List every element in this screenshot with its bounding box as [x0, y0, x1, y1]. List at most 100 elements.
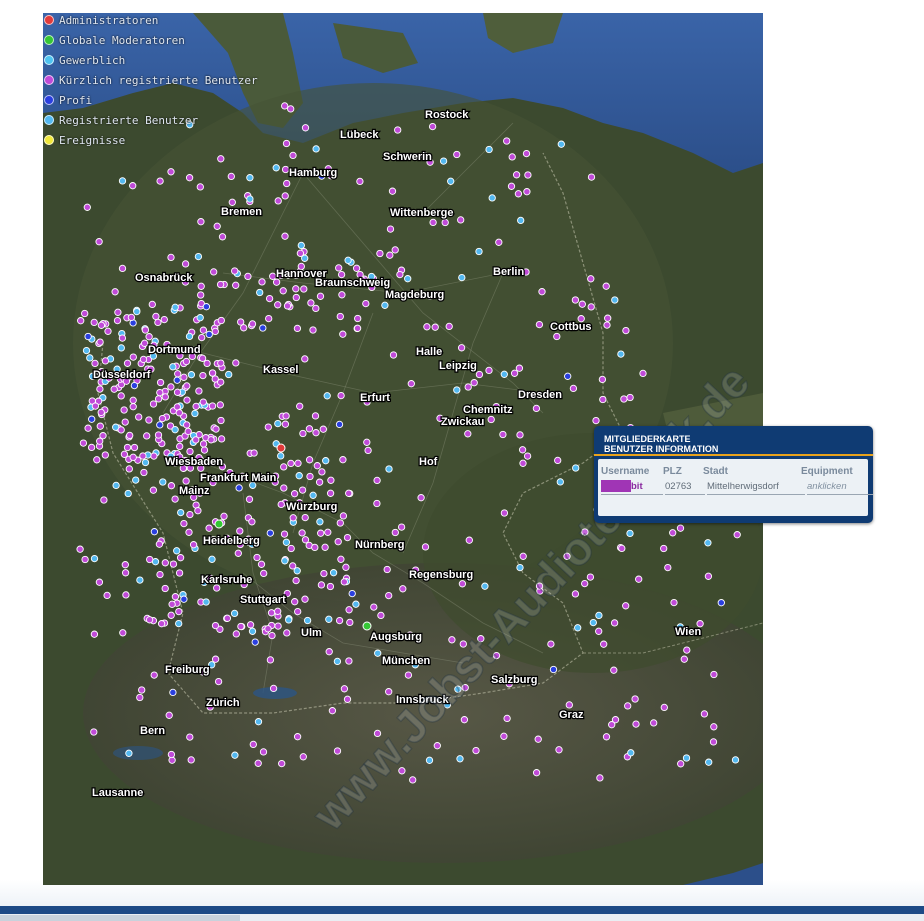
member-marker[interactable] — [289, 514, 297, 522]
member-marker[interactable] — [306, 472, 314, 481]
member-marker[interactable] — [336, 312, 344, 321]
member-marker[interactable] — [200, 446, 209, 454]
member-marker[interactable] — [364, 446, 372, 455]
member-marker[interactable] — [522, 149, 531, 158]
member-marker[interactable] — [196, 314, 204, 322]
member-marker[interactable] — [503, 137, 511, 145]
member-marker[interactable] — [475, 370, 484, 379]
member-marker[interactable] — [143, 432, 151, 440]
member-marker[interactable] — [409, 776, 417, 784]
member-marker[interactable] — [635, 575, 643, 583]
member-marker[interactable] — [337, 391, 345, 400]
member-marker[interactable] — [717, 599, 725, 607]
member-marker[interactable] — [453, 150, 461, 159]
member-marker[interactable] — [167, 168, 175, 176]
member-marker[interactable] — [650, 719, 658, 727]
member-marker[interactable] — [291, 598, 299, 606]
member-marker[interactable] — [465, 536, 473, 544]
member-marker[interactable] — [282, 412, 290, 420]
member-marker[interactable] — [266, 656, 275, 664]
member-marker[interactable] — [213, 222, 221, 230]
member-marker[interactable] — [326, 489, 335, 497]
member-marker[interactable] — [385, 591, 393, 600]
member-marker[interactable] — [353, 324, 362, 332]
member-marker[interactable] — [431, 323, 439, 331]
member-marker[interactable] — [293, 567, 301, 575]
member-marker[interactable] — [354, 314, 362, 323]
member-marker[interactable] — [123, 443, 132, 452]
member-marker[interactable] — [254, 718, 263, 726]
member-marker[interactable] — [318, 468, 326, 476]
member-marker[interactable] — [704, 572, 713, 580]
member-marker[interactable] — [234, 549, 242, 557]
member-marker[interactable] — [281, 557, 289, 565]
member-marker[interactable] — [256, 288, 264, 297]
member-marker[interactable] — [232, 281, 240, 289]
member-marker[interactable] — [287, 544, 295, 553]
member-marker[interactable] — [183, 396, 191, 404]
member-marker[interactable] — [373, 499, 381, 508]
member-marker[interactable] — [250, 449, 258, 457]
member-marker[interactable] — [611, 296, 619, 304]
member-marker[interactable] — [383, 565, 391, 574]
member-marker[interactable] — [283, 179, 291, 188]
member-marker[interactable] — [186, 510, 194, 519]
member-marker[interactable] — [230, 609, 239, 618]
member-marker[interactable] — [231, 267, 239, 275]
member-marker[interactable] — [167, 482, 176, 490]
member-marker[interactable] — [500, 370, 508, 378]
member-marker[interactable] — [660, 703, 668, 712]
member-marker[interactable] — [237, 318, 245, 326]
member-marker[interactable] — [112, 481, 120, 490]
member-marker[interactable] — [129, 403, 137, 411]
member-marker[interactable] — [326, 582, 335, 591]
member-marker[interactable] — [343, 533, 352, 542]
member-marker[interactable] — [175, 607, 183, 616]
member-marker[interactable] — [265, 314, 273, 323]
member-marker[interactable] — [499, 430, 507, 439]
member-marker[interactable] — [281, 232, 289, 240]
member-marker[interactable] — [333, 657, 342, 666]
member-marker[interactable] — [293, 324, 302, 333]
member-marker[interactable] — [205, 330, 213, 339]
member-marker[interactable] — [329, 569, 338, 577]
member-marker[interactable] — [274, 622, 282, 630]
member-marker[interactable] — [121, 418, 129, 426]
member-marker[interactable] — [547, 640, 555, 648]
member-marker[interactable] — [199, 326, 208, 334]
member-marker[interactable] — [700, 710, 709, 718]
member-marker[interactable] — [246, 621, 255, 629]
member-marker[interactable] — [231, 751, 239, 759]
member-marker[interactable] — [639, 369, 647, 378]
member-marker[interactable] — [244, 272, 252, 281]
member-marker[interactable] — [211, 327, 219, 336]
member-marker[interactable] — [113, 316, 122, 325]
member-marker[interactable] — [132, 476, 140, 484]
member-marker[interactable] — [447, 177, 455, 185]
member-marker[interactable] — [485, 366, 493, 375]
member-marker[interactable] — [339, 330, 347, 338]
member-marker[interactable] — [287, 105, 295, 113]
member-marker[interactable] — [300, 285, 308, 293]
member-marker[interactable] — [335, 264, 343, 272]
member-marker[interactable] — [140, 468, 148, 477]
member-marker[interactable] — [127, 313, 136, 322]
member-marker[interactable] — [538, 288, 546, 296]
member-marker[interactable] — [110, 385, 118, 393]
member-marker[interactable] — [236, 527, 244, 535]
member-marker[interactable] — [320, 569, 328, 578]
member-marker[interactable] — [155, 540, 164, 548]
member-marker[interactable] — [121, 561, 129, 569]
member-marker[interactable] — [90, 728, 98, 736]
member-marker[interactable] — [180, 519, 188, 528]
member-marker[interactable] — [622, 602, 630, 610]
member-marker[interactable] — [281, 192, 289, 200]
member-marker[interactable] — [352, 264, 361, 272]
member-marker[interactable] — [362, 299, 370, 308]
member-marker[interactable] — [171, 426, 179, 434]
member-marker[interactable] — [184, 427, 192, 436]
member-marker[interactable] — [196, 183, 204, 191]
member-marker[interactable] — [370, 603, 378, 611]
member-marker[interactable] — [677, 760, 685, 768]
member-marker[interactable] — [617, 350, 625, 358]
